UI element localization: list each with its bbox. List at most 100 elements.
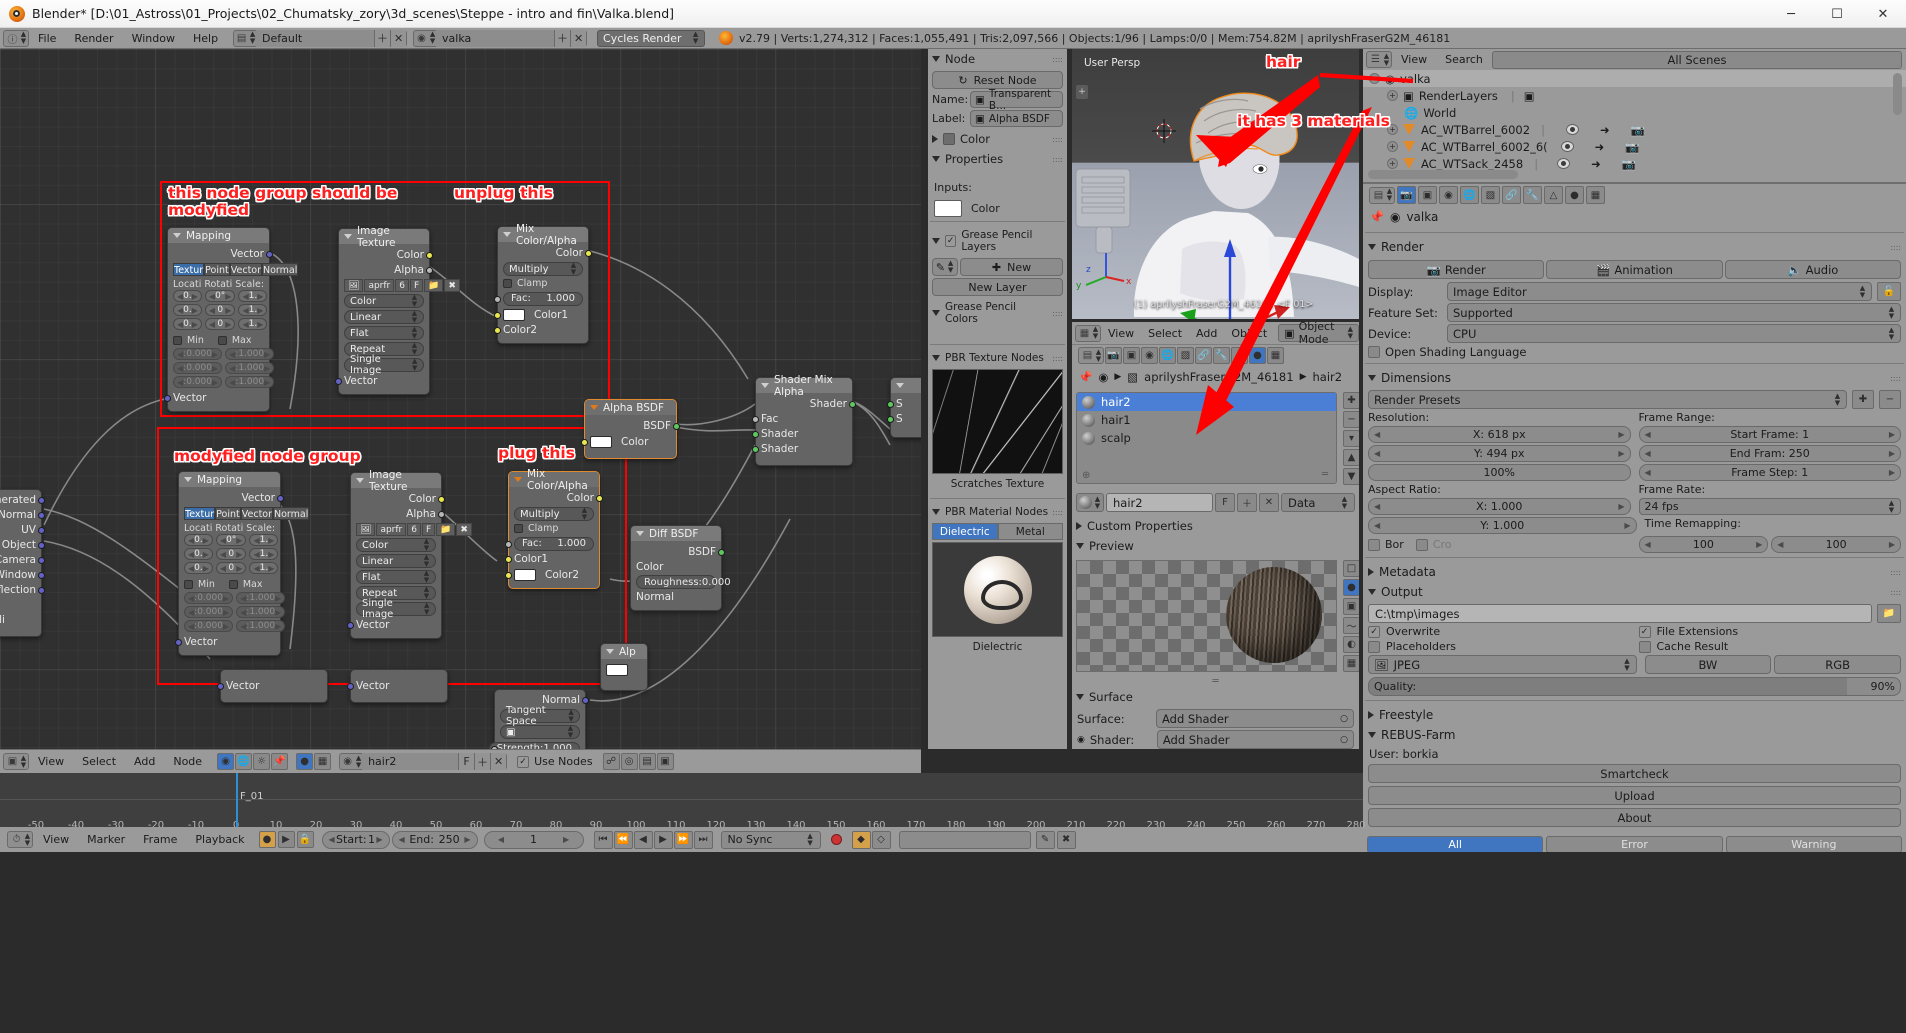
mapping-type-tabs[interactable]: Textur Point Vector Normal (184, 507, 310, 520)
material-slot-item[interactable]: scalp (1077, 429, 1336, 447)
max-checkbox[interactable] (217, 336, 227, 345)
collapse-triangle-icon[interactable] (344, 234, 352, 239)
quality-slider[interactable]: Quality: 90% (1368, 677, 1901, 696)
keying-set-field[interactable] (898, 830, 1031, 849)
minimize-button[interactable]: ─ (1768, 0, 1814, 28)
section-node[interactable]: Node :::: (928, 49, 1067, 69)
tab-point[interactable]: Point (215, 507, 241, 520)
fac-field[interactable]: Fac: 1.000 (514, 536, 594, 551)
min-z-field[interactable]: ◀:0.000 ▶ (184, 620, 234, 632)
move-slot-up-button[interactable]: ▲ (1343, 449, 1359, 466)
material-slot-item[interactable]: hair2 (1077, 393, 1336, 411)
alpha-output-socket[interactable] (438, 511, 445, 518)
new-material-button[interactable]: ＋ (474, 753, 491, 770)
min-z-field[interactable]: ◀:0.000 ▶ (173, 376, 223, 388)
scale-y-field[interactable]: ◀ 1. ▶ (238, 304, 268, 316)
visibility-eye-icon[interactable] (1565, 124, 1579, 135)
lock-interface-icon[interactable]: 🔓 (1877, 282, 1901, 301)
new-layer-button[interactable]: New Layer (932, 278, 1063, 296)
node-name-field[interactable]: ▣ Transparent B... (970, 88, 1063, 112)
add-slot-button[interactable]: ✚ (1343, 392, 1359, 409)
chevron-down-icon[interactable] (932, 238, 940, 244)
outliner-row-renderlayers[interactable]: + ▣ RenderLayers | ▣ (1363, 87, 1906, 104)
color-bw-button[interactable]: BW (1644, 655, 1772, 674)
bsdf-output-socket[interactable] (718, 549, 725, 556)
node-menu-add[interactable]: Add (125, 751, 164, 772)
node-color-swatch[interactable] (943, 133, 955, 145)
tab-modifiers[interactable]: 🔧 (1523, 186, 1542, 204)
max-x-field[interactable]: ◀:1.000 ▶ (236, 592, 286, 604)
color2-input-socket[interactable] (494, 327, 501, 334)
end-frame-field[interactable]: ◀ End Fram: 250 ▶ (1638, 445, 1901, 462)
pin-icon[interactable]: 📌 (1369, 210, 1384, 224)
overwrite-checkbox[interactable]: ✓ (1368, 625, 1380, 638)
device-dropdown[interactable]: CPU ▲ ▼ (1447, 324, 1901, 343)
menu-render[interactable]: Render (65, 28, 122, 49)
projection-dropdown[interactable]: Flat ▲ ▼ (344, 326, 424, 340)
node-partial-vector-mid[interactable]: Vector (347, 669, 448, 703)
fake-user-button[interactable]: F (421, 523, 436, 536)
menu-window[interactable]: Window (123, 28, 184, 49)
timeline-editor[interactable]: -50 -40 -30 -20 -10 0 10 20 30 40 50 60 … (0, 773, 1366, 833)
mapping-values[interactable]: ◀ 0. ▶ ◀ 0. ▶ ◀ 0. ▶ ◀ 0° ▶ ◀ 0 ▶ ◀ 0 ▶ ◀ 1. ▶ ◀ 1. ▶ ◀ 1… (173, 290, 268, 332)
min-y-field[interactable]: ◀:0.000 ▶ (184, 606, 234, 618)
node-header[interactable]: Image Texture (339, 225, 429, 249)
start-frame-field[interactable]: ◀ Start Frame: 1 ▶ (1638, 426, 1901, 443)
smartcheck-button[interactable]: Smartcheck (1368, 764, 1901, 783)
color-input-socket[interactable] (581, 439, 588, 446)
current-frame-field[interactable]: ◀ 1 ▶ (483, 830, 584, 849)
auto-keyframe-icon[interactable]: ● (258, 831, 276, 848)
timeline-playhead[interactable] (236, 773, 238, 833)
viewport-menu-object[interactable]: Object (1224, 323, 1274, 344)
uv-output-socket[interactable] (38, 527, 45, 534)
source-dropdown[interactable]: Single Image ▲ ▼ (356, 598, 436, 620)
viewport-menu-view[interactable]: View (1101, 323, 1141, 344)
chevron-down-icon[interactable] (932, 156, 940, 162)
resize-grip-icon[interactable]: ═ (1322, 469, 1328, 480)
color-space-dropdown[interactable]: Color ▲ ▼ (344, 294, 424, 308)
open-image-icon[interactable]: 📁 (436, 523, 456, 536)
scene-selector[interactable]: ◉ ▲ ▼ valka ＋ ✕ (413, 29, 588, 47)
unlink-image-icon[interactable]: ✖ (444, 279, 460, 292)
section-color[interactable]: Color :::: (928, 129, 1067, 149)
node-alpha-bsdf[interactable]: Alpha BSDF BSDF Color (581, 399, 680, 459)
delete-scene-button[interactable]: ✕ (570, 29, 587, 47)
properties-editor-type-selector[interactable]: ▤ ▲ ▼ (1078, 347, 1104, 364)
gp-layer-dropdown[interactable]: ✎ ▲ ▼ (932, 258, 958, 276)
tab-texture[interactable]: ▦ (1586, 186, 1605, 204)
vector-input-socket[interactable] (347, 622, 354, 629)
render-tab-icon[interactable]: 📷 (1105, 347, 1122, 364)
preview-flat-icon[interactable]: □ (1343, 560, 1359, 577)
time-remap-new-field[interactable]: ◀ 100 ▶ (1771, 536, 1901, 553)
remove-preset-button[interactable]: − (1879, 390, 1901, 409)
node-normal-map[interactable]: Normal Tangent Space ▲ ▼ ▣ ▲ ▼ Strength: 1.00… (488, 689, 589, 749)
chevron-down-icon[interactable] (1076, 694, 1084, 700)
device-row[interactable]: Device: CPU ▲ ▼ (1368, 324, 1901, 343)
play-reverse-icon[interactable]: ◀ (633, 830, 653, 849)
location-z-field[interactable]: ◀ 0. ▶ (173, 318, 202, 330)
node-label-row[interactable]: Label: ▣ Alpha BSDF (932, 110, 1063, 127)
delete-layout-button[interactable]: ✕ (390, 29, 407, 47)
constraints-tab-icon[interactable]: 🔗 (1195, 347, 1212, 364)
section-custom-properties[interactable]: Custom Properties (1072, 516, 1359, 536)
shader1-input-socket[interactable] (752, 431, 759, 438)
node-partial-vector-left[interactable]: Vector (217, 669, 328, 703)
node-header[interactable]: Shader Mix Alpha (756, 374, 852, 398)
prev-keyframe-icon[interactable]: ⏪ (613, 830, 633, 849)
max-z-field[interactable]: ◀:1.000 ▶ (225, 376, 275, 388)
max-x-field[interactable]: ◀:1.000 ▶ (225, 348, 275, 360)
max-z-field[interactable]: ◀:1.000 ▶ (236, 620, 286, 632)
vector-input-socket[interactable] (175, 639, 182, 646)
vector-output-socket[interactable] (266, 251, 273, 258)
max-checkbox[interactable] (228, 580, 238, 589)
material-browse-dropdown[interactable]: ▲ ▼ (1076, 493, 1104, 512)
open-shading-language-checkbox[interactable] (1368, 346, 1380, 358)
timeline-menu-playback[interactable]: Playback (187, 829, 252, 850)
location-y-field[interactable]: ◀ 0. ▶ (173, 304, 202, 316)
node-header[interactable]: Mapping (179, 472, 280, 487)
unlink-material-button[interactable]: ✕ (490, 753, 507, 770)
feature-set-row[interactable]: Feature Set: Supported ▲ ▼ (1368, 303, 1901, 322)
image-datablock-row[interactable]: 🖼 aprfr 6 F 📁 ✖ (356, 523, 472, 536)
new-material-button[interactable]: ＋ (1237, 493, 1257, 512)
outliner[interactable]: ☰ ▲ ▼ View Search All Scenes − ◉ valka + … (1363, 49, 1906, 182)
